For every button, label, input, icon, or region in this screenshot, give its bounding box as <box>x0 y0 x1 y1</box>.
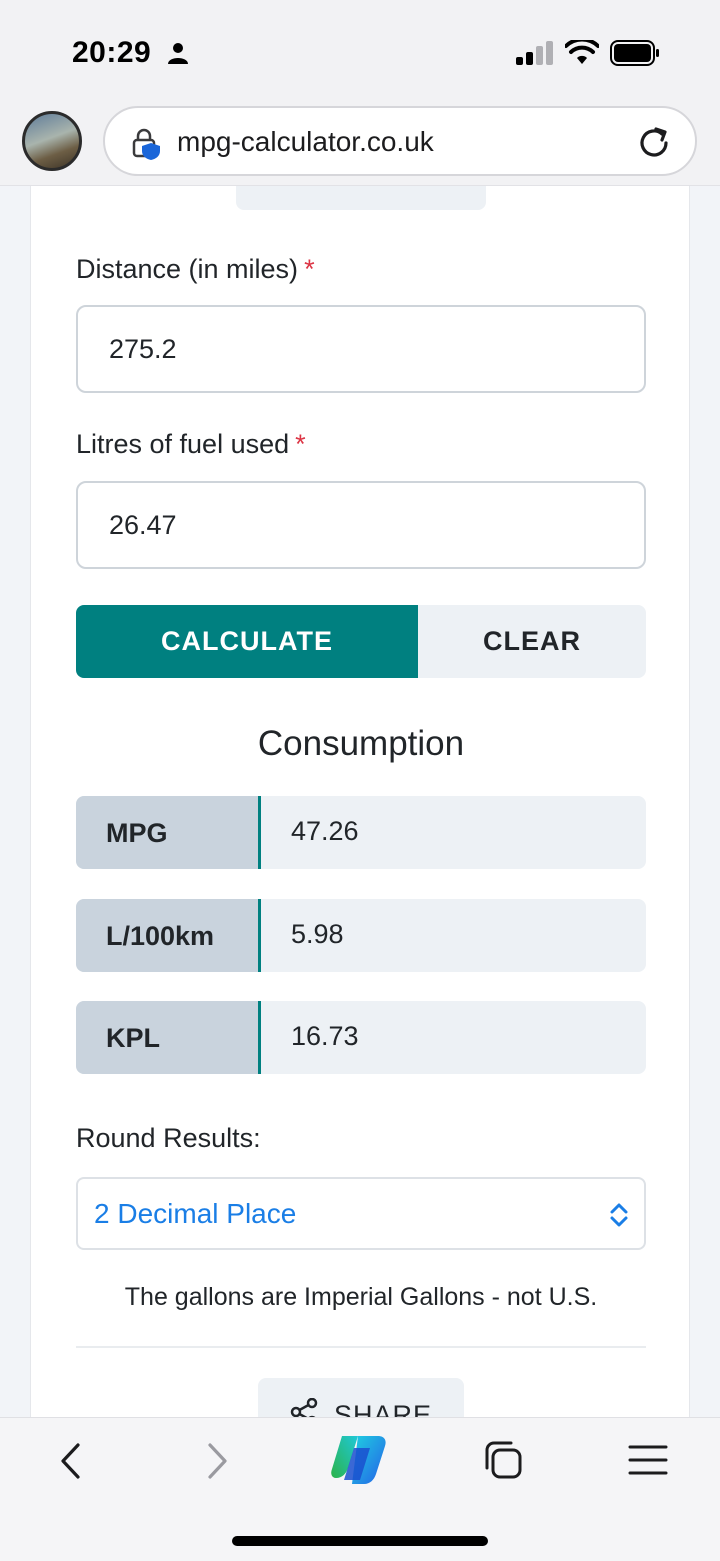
signal-icon <box>516 41 553 65</box>
person-icon <box>168 43 188 64</box>
status-time: 20:29 <box>72 36 152 69</box>
consumption-title: Consumption <box>257 724 465 763</box>
required-mark: * <box>304 254 315 284</box>
litres-input[interactable]: 26.47 <box>76 481 646 569</box>
status-bar: 20:29 <box>0 0 720 100</box>
result-value: 16.73 <box>291 1021 359 1051</box>
litres-label: Litres of fuel used * <box>76 429 306 459</box>
required-mark: * <box>295 429 306 459</box>
lock-shield-icon <box>132 128 160 160</box>
share-icon <box>290 1398 318 1417</box>
wifi-icon <box>565 40 599 64</box>
copilot-icon[interactable] <box>330 1434 390 1486</box>
result-label: L/100km <box>76 899 261 972</box>
clear-button[interactable]: CLEAR <box>418 605 646 678</box>
imperial-note: The gallons are Imperial Gallons - not U… <box>124 1283 598 1311</box>
forward-icon[interactable] <box>204 1442 230 1480</box>
calculator-card: Distance (in miles) * 275.2 Litres of fue… <box>30 186 690 1417</box>
back-icon[interactable] <box>58 1442 84 1480</box>
round-results-label: Round Results: <box>76 1123 261 1153</box>
result-row-l100km: L/100km 5.98 <box>76 899 646 972</box>
url-text: mpg-calculator.co.uk <box>177 126 434 157</box>
result-row-kpl: KPL 16.73 <box>76 1001 646 1074</box>
result-value: 5.98 <box>291 919 344 949</box>
browser-address-row: mpg-calculator.co.uk <box>0 100 720 186</box>
top-tab[interactable] <box>236 186 486 210</box>
reload-icon[interactable] <box>635 124 673 162</box>
divider <box>76 1346 646 1348</box>
round-results-select[interactable]: 2 Decimal Place <box>76 1177 646 1250</box>
action-buttons: CALCULATE CLEAR <box>76 605 646 678</box>
share-button[interactable]: SHARE <box>258 1378 464 1417</box>
result-value: 47.26 <box>291 816 359 846</box>
distance-input[interactable]: 275.2 <box>76 305 646 393</box>
profile-avatar[interactable] <box>22 111 82 171</box>
battery-icon <box>610 40 659 66</box>
web-page: Distance (in miles) * 275.2 Litres of fue… <box>0 186 720 1417</box>
chevron-updown-icon <box>610 1203 628 1227</box>
home-indicator <box>232 1536 488 1546</box>
distance-label: Distance (in miles) * <box>76 254 315 284</box>
result-label: MPG <box>76 796 261 869</box>
share-label: SHARE <box>334 1400 433 1417</box>
address-bar[interactable]: mpg-calculator.co.uk <box>103 106 697 176</box>
calculate-button[interactable]: CALCULATE <box>76 605 418 678</box>
select-value: 2 Decimal Place <box>94 1198 297 1229</box>
tabs-icon[interactable] <box>483 1440 523 1480</box>
result-label: KPL <box>76 1001 261 1074</box>
menu-icon[interactable] <box>628 1444 668 1476</box>
result-row-mpg: MPG 47.26 <box>76 796 646 869</box>
